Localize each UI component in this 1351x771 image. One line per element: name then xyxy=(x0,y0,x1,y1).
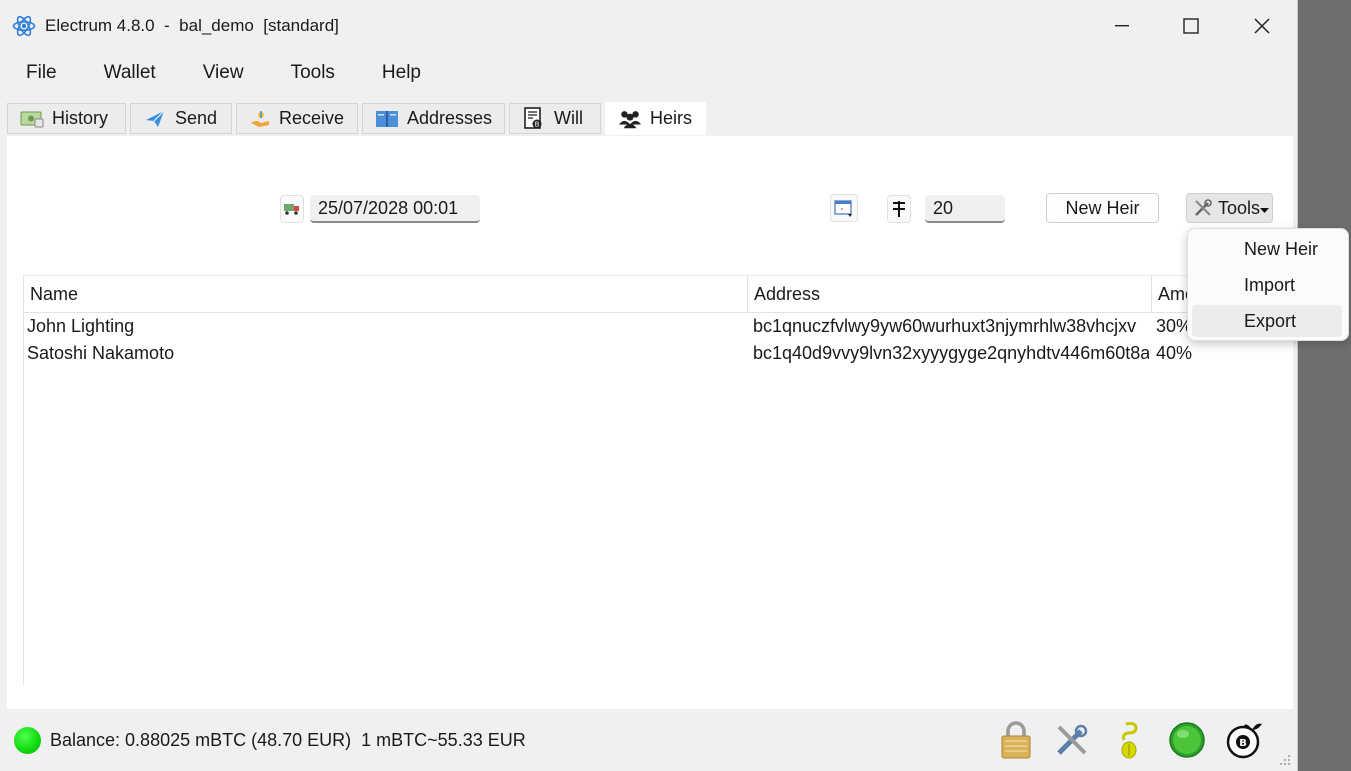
minimize-button[interactable] xyxy=(1099,8,1145,44)
svg-text:B: B xyxy=(535,120,540,128)
menu-view[interactable]: View xyxy=(203,55,244,91)
preferences-icon[interactable] xyxy=(1052,719,1092,761)
heir-name: Satoshi Nakamoto xyxy=(27,343,175,363)
table-header: Name Address Amo xyxy=(24,275,1294,313)
dropdown-arrow-icon xyxy=(1260,198,1269,219)
receive-icon xyxy=(249,108,271,130)
threshold-field[interactable]: 20 xyxy=(925,195,1005,223)
tab-heirs-label: Heirs xyxy=(650,108,693,128)
menu-bar: File Wallet View Tools Help xyxy=(0,55,441,91)
lock-icon[interactable] xyxy=(996,719,1036,761)
heir-address: bc1q40d9vvy9lvn32xyyygyge2qnyhdtv446m60t… xyxy=(753,343,1149,363)
column-header-name[interactable]: Name xyxy=(24,276,747,312)
tab-heirs[interactable]: Heirs xyxy=(605,102,706,135)
heir-address: bc1qnuczfvlwy9yw60wurhuxt3njymrhlw38vhcj… xyxy=(753,316,1137,336)
balance-text: Balance: 0.88025 mBTC (48.70 EUR) 1 mBTC… xyxy=(50,730,526,750)
tools-button[interactable]: Tools xyxy=(1186,193,1273,223)
will-icon: B xyxy=(522,106,546,130)
calendar-icon[interactable] xyxy=(830,194,858,222)
tab-receive[interactable]: Receive xyxy=(236,103,358,134)
electrum-logo-icon xyxy=(12,14,36,38)
seed-icon[interactable] xyxy=(1110,719,1150,761)
close-button[interactable] xyxy=(1239,8,1285,44)
window-title: Electrum 4.8.0 - bal_demo [standard] xyxy=(45,16,339,35)
heir-amount: 40% xyxy=(1156,343,1193,363)
tab-will-label: Will xyxy=(554,108,583,128)
menu-file[interactable]: File xyxy=(26,55,57,91)
menu-item-new-heir[interactable]: New Heir xyxy=(1192,233,1342,265)
tab-bar: History Send Receive Addresses B Will He… xyxy=(7,102,706,136)
heir-name: John Lighting xyxy=(27,316,135,336)
table-row[interactable]: Satoshi Nakamoto bc1q40d9vvy9lvn32xyyygy… xyxy=(24,340,1294,367)
truck-icon[interactable] xyxy=(280,195,304,223)
tab-addresses[interactable]: Addresses xyxy=(362,103,505,134)
bal-plugin-icon[interactable]: B xyxy=(1224,719,1264,761)
locktime-field[interactable]: 25/07/2028 00:01 xyxy=(310,195,480,223)
column-header-address[interactable]: Address xyxy=(747,276,1151,312)
new-heir-button[interactable]: New Heir xyxy=(1046,193,1159,223)
tab-send[interactable]: Send xyxy=(130,103,232,134)
tab-history-label: History xyxy=(52,108,109,128)
tab-addresses-label: Addresses xyxy=(407,108,493,128)
history-icon xyxy=(20,108,44,130)
menu-item-export[interactable]: Export xyxy=(1192,305,1342,337)
electrum-window: Electrum 4.8.0 - bal_demo [standard] Fil… xyxy=(0,0,1298,771)
tools-dropdown-menu: New Heir Import Export xyxy=(1187,228,1349,341)
addresses-icon xyxy=(375,108,399,130)
send-icon xyxy=(143,108,167,130)
status-bar: Balance: 0.88025 mBTC (48.70 EUR) 1 mBTC… xyxy=(0,709,1297,771)
menu-help[interactable]: Help xyxy=(382,55,421,91)
resize-grip-icon[interactable] xyxy=(1279,753,1291,765)
tab-history[interactable]: History xyxy=(7,103,126,134)
tab-will[interactable]: B Will xyxy=(509,103,601,134)
title-bar: Electrum 4.8.0 - bal_demo [standard] xyxy=(0,0,1297,52)
heirs-icon xyxy=(618,108,642,130)
menu-item-import[interactable]: Import xyxy=(1192,269,1342,301)
menu-wallet[interactable]: Wallet xyxy=(104,55,156,91)
tab-receive-label: Receive xyxy=(279,108,345,128)
maximize-button[interactable] xyxy=(1168,8,1214,44)
network-status-icon[interactable] xyxy=(14,727,41,754)
tab-send-label: Send xyxy=(174,108,217,128)
tools-icon xyxy=(1193,198,1213,218)
menu-tools[interactable]: Tools xyxy=(291,55,335,91)
connection-status-icon[interactable] xyxy=(1167,719,1207,761)
table-row[interactable]: John Lighting bc1qnuczfvlwy9yw60wurhuxt3… xyxy=(24,313,1294,340)
heirs-panel: 25/07/2028 00:01 20 New Heir Tools Name xyxy=(7,136,1294,709)
tools-button-label: Tools xyxy=(1218,197,1261,218)
heirs-table: Name Address Amo John Lighting bc1qnuczf… xyxy=(23,275,1294,685)
threshold-icon xyxy=(887,195,911,223)
svg-text:B: B xyxy=(1239,738,1247,749)
